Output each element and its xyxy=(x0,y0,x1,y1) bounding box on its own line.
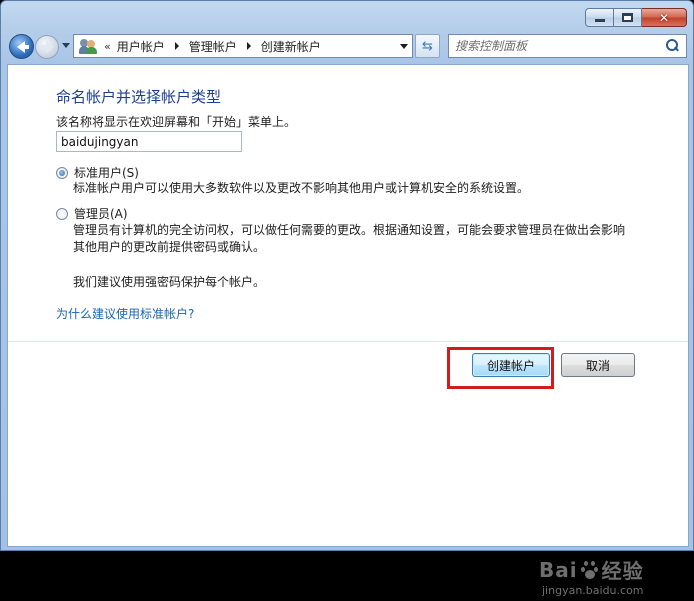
back-arrow-icon xyxy=(16,40,29,53)
search-icon[interactable] xyxy=(664,38,680,54)
create-account-button[interactable]: 创建帐户 xyxy=(472,353,550,377)
divider xyxy=(8,341,688,342)
password-recommendation: 我们建议使用强密码保护每个帐户。 xyxy=(73,275,266,289)
search-box[interactable] xyxy=(448,34,687,58)
breadcrumb-separator-icon[interactable] xyxy=(246,42,251,50)
standard-user-radio[interactable] xyxy=(56,166,68,179)
baidu-paw-icon xyxy=(580,560,599,579)
breadcrumb-manage-accounts[interactable]: 管理帐户 xyxy=(189,38,237,55)
close-button[interactable]: ✕ xyxy=(642,8,687,27)
name-description: 该名称将显示在欢迎屏幕和「开始」菜单上。 xyxy=(56,115,297,129)
address-dropdown-icon[interactable] xyxy=(400,44,408,49)
forward-arrow-icon xyxy=(40,41,54,53)
baidu-watermark: Bai 经验 jingyan.baidu.com xyxy=(539,555,669,601)
administrator-description-line2: 其他用户的更改前提供密码或确认。 xyxy=(73,240,266,254)
forward-button[interactable] xyxy=(35,35,59,59)
standard-user-option[interactable]: 标准用户(S) xyxy=(56,164,139,181)
watermark-brand-right: 经验 xyxy=(601,559,644,583)
administrator-option[interactable]: 管理员(A) xyxy=(56,205,128,222)
page-title: 命名帐户并选择帐户类型 xyxy=(56,88,222,106)
watermark-brand-left: Bai xyxy=(539,557,578,582)
breadcrumb-overflow[interactable]: « xyxy=(104,40,111,53)
breadcrumb-create-new-account[interactable]: 创建新帐户 xyxy=(261,38,321,55)
breadcrumb-user-accounts[interactable]: 用户帐户 xyxy=(117,38,165,55)
control-panel-window: ✕ « 用户帐户 管理帐户 创建新帐户 ⇆ 命名帐户并选择帐户类型 该名称将显示… xyxy=(0,0,694,597)
refresh-icon: ⇆ xyxy=(422,38,433,54)
why-standard-account-link[interactable]: 为什么建议使用标准帐户? xyxy=(56,305,194,322)
refresh-button[interactable]: ⇆ xyxy=(415,34,440,58)
administrator-radio[interactable] xyxy=(56,207,68,220)
minimize-icon xyxy=(594,19,605,22)
back-button[interactable] xyxy=(9,34,34,59)
standard-user-label[interactable]: 标准用户(S) xyxy=(74,164,139,181)
cancel-button[interactable]: 取消 xyxy=(561,353,635,377)
standard-user-description: 标准帐户用户可以使用大多数软件以及更改不影响其他用户或计算机安全的系统设置。 xyxy=(73,181,530,195)
minimize-button[interactable] xyxy=(585,8,614,27)
breadcrumb-separator-icon[interactable] xyxy=(174,42,179,50)
search-input[interactable] xyxy=(455,36,664,56)
users-icon xyxy=(79,38,97,54)
close-icon: ✕ xyxy=(658,10,670,25)
content-pane: 命名帐户并选择帐户类型 该名称将显示在欢迎屏幕和「开始」菜单上。 标准用户(S)… xyxy=(7,64,689,597)
maximize-icon xyxy=(622,13,633,22)
recent-pages-dropdown[interactable] xyxy=(62,43,70,48)
administrator-label[interactable]: 管理员(A) xyxy=(74,205,128,222)
watermark-url: jingyan.baidu.com xyxy=(542,584,644,597)
address-bar[interactable]: « 用户帐户 管理帐户 创建新帐户 xyxy=(73,34,413,58)
window-caption-buttons: ✕ xyxy=(585,8,687,27)
maximize-button[interactable] xyxy=(614,8,642,27)
account-name-input[interactable] xyxy=(56,131,242,152)
administrator-description-line1: 管理员有计算机的完全访问权，可以做任何需要的更改。根据通知设置，可能会要求管理员… xyxy=(73,223,626,237)
